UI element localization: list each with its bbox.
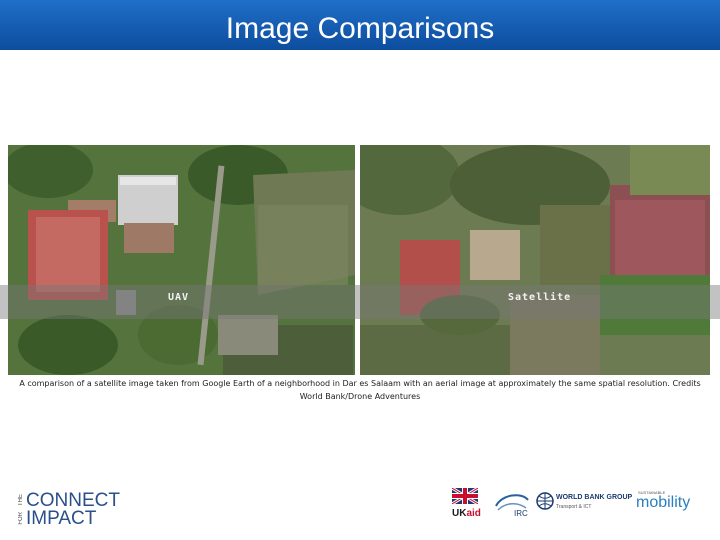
logo-for: FOR: [18, 512, 24, 525]
label-band: [0, 285, 720, 319]
ukaid-text: UKaid: [452, 509, 486, 519]
wbg-sub: Transport & ICT: [556, 504, 592, 510]
title-bar: Image Comparisons: [0, 0, 720, 50]
union-flag-icon: [451, 486, 479, 506]
slide-title: Image Comparisons: [225, 12, 495, 45]
figure-caption: A comparison of a satellite image taken …: [19, 379, 701, 401]
irc-swoosh-icon: IRC: [495, 494, 529, 518]
ukaid-aid: aid: [466, 508, 481, 519]
satellite-label: Satellite: [508, 292, 572, 303]
uav-label: UAV: [168, 292, 190, 303]
uav-image: [8, 145, 355, 375]
irc-text: IRC: [514, 509, 528, 518]
logo-the: THE: [18, 494, 24, 506]
sustainable-mobility-logo: SUSTAINABLE mobility: [636, 488, 702, 528]
ukaid-uk: UK: [452, 508, 467, 519]
mobility-name: mobility: [636, 494, 691, 511]
connect-for-impact-logo: THE CONNECT FOR IMPACT: [18, 490, 128, 530]
wbg-name: WORLD BANK GROUP: [556, 494, 633, 501]
world-bank-logo: WORLD BANK GROUP Transport & ICT: [536, 488, 632, 528]
globe-icon: [536, 492, 554, 510]
satellite-image: [360, 145, 710, 375]
logo-impact: IMPACT: [26, 508, 97, 529]
ukaid-logo: UKaid: [451, 486, 486, 528]
irc-logo: IRC: [492, 488, 532, 528]
